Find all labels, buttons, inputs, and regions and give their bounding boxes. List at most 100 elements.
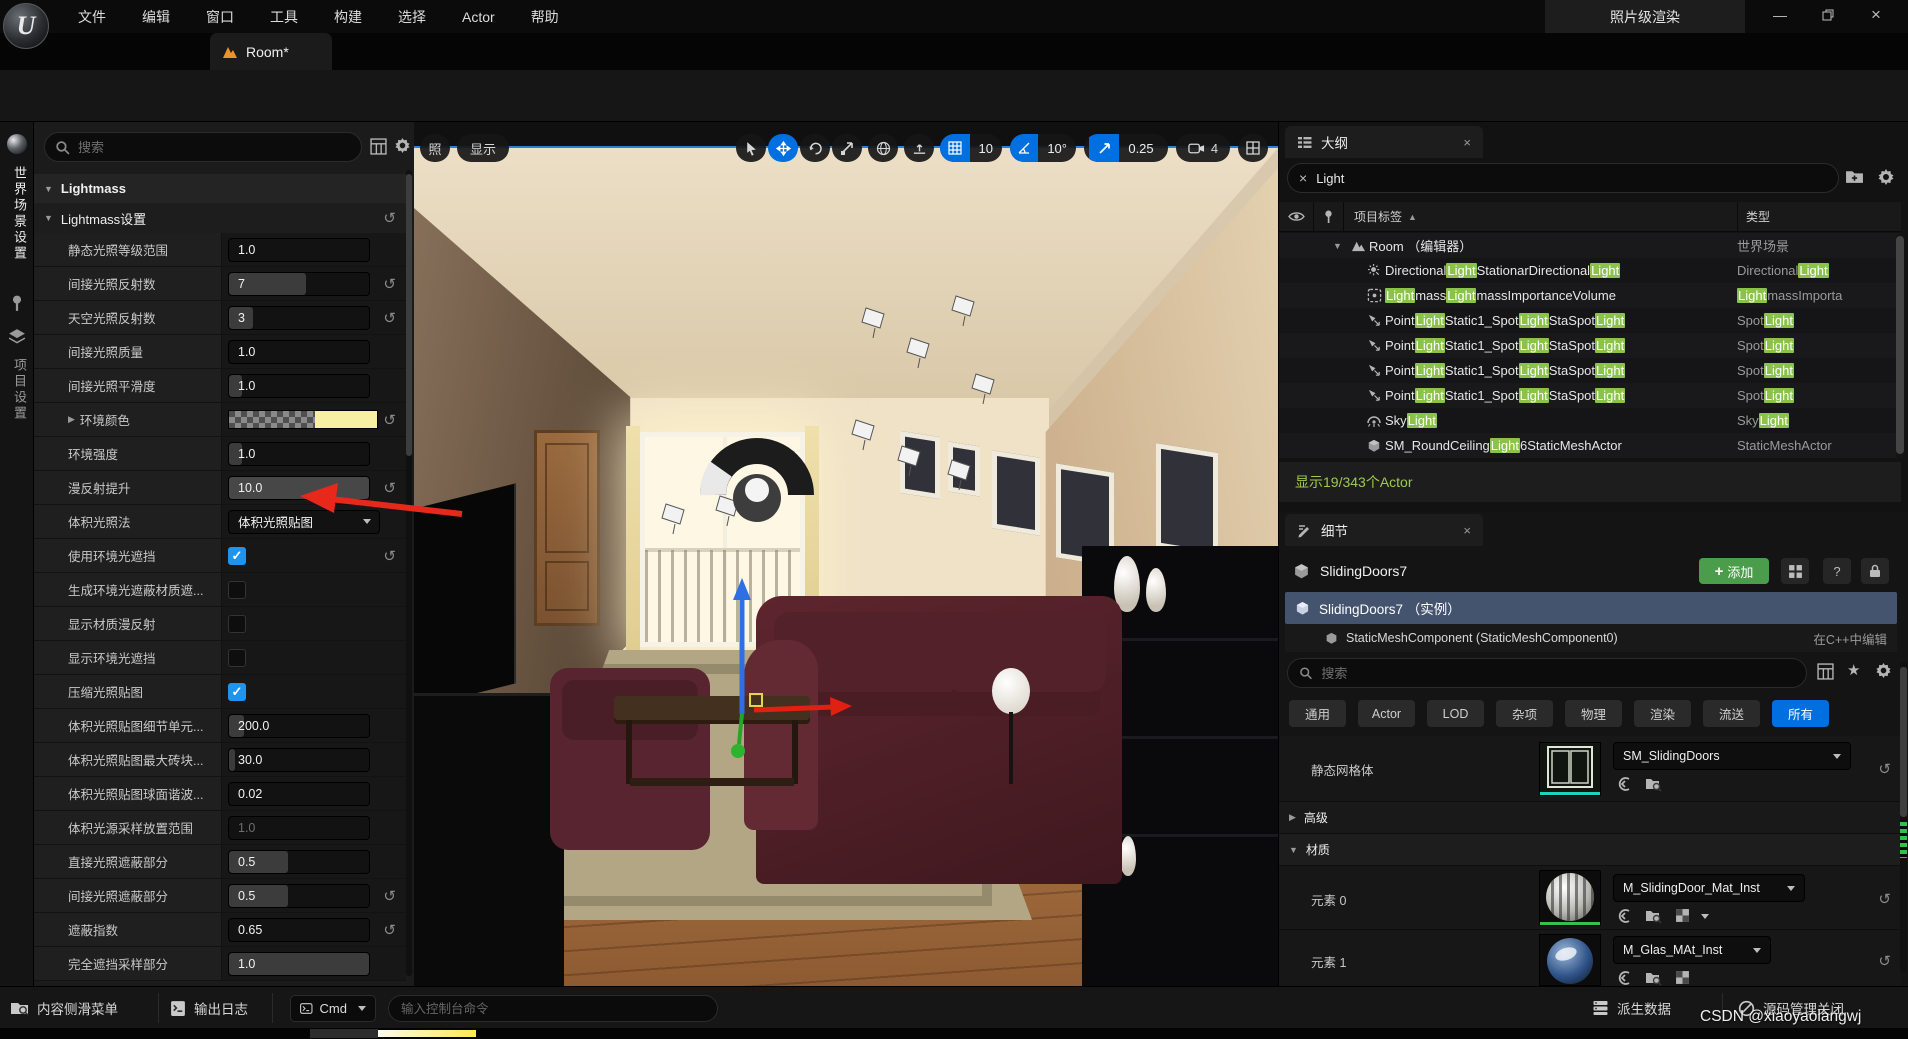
outliner-row[interactable]: DirectionalLightStationarDirectionalLigh… xyxy=(1279,258,1901,283)
use-selected-icon[interactable] xyxy=(1617,908,1633,924)
derived-data-button[interactable]: 派生数据 xyxy=(1592,987,1671,1029)
material-dropdown[interactable]: M_Glas_MAt_Inst xyxy=(1613,936,1771,964)
close-button[interactable]: × xyxy=(1856,0,1896,30)
outliner-row[interactable]: LightmassLightmassImportanceVolumeLightm… xyxy=(1279,283,1901,308)
reset-icon[interactable]: ↺ xyxy=(383,275,396,293)
outliner-row[interactable]: PointLightStatic1_SpotLightStaSpotLightS… xyxy=(1279,333,1901,358)
folder-add-icon[interactable] xyxy=(1845,168,1864,185)
materials-section[interactable]: ▼材质 xyxy=(1279,834,1901,866)
content-drawer-button[interactable]: 内容侧滑菜单 xyxy=(10,987,118,1029)
setting-input[interactable]: 0.65 xyxy=(228,918,370,942)
reset-icon[interactable]: ↺ xyxy=(1878,890,1891,908)
menu-item[interactable]: 编辑 xyxy=(128,3,184,31)
outliner-search[interactable]: × xyxy=(1287,163,1839,193)
lock-button[interactable] xyxy=(1861,558,1889,584)
world-settings-search[interactable] xyxy=(44,132,362,162)
outliner-search-input[interactable] xyxy=(1316,171,1827,186)
setting-input[interactable]: 0.5 xyxy=(228,884,370,908)
reset-icon[interactable]: ↺ xyxy=(1878,952,1891,970)
browse-asset-icon[interactable] xyxy=(1645,776,1662,792)
scale-tool-button[interactable] xyxy=(832,134,862,162)
camera-speed-control[interactable]: 0.25 xyxy=(1084,134,1168,162)
reset-icon[interactable]: ↺ xyxy=(383,309,396,327)
component-row[interactable]: StaticMeshComponent (StaticMeshComponent… xyxy=(1285,624,1897,652)
menu-item[interactable]: 帮助 xyxy=(517,3,573,31)
details-tab-渲染[interactable]: 渲染 xyxy=(1634,700,1691,727)
component-view-button[interactable] xyxy=(1781,558,1809,584)
console-command-input[interactable] xyxy=(388,995,718,1022)
level-tab-room[interactable]: Room* xyxy=(210,33,332,70)
setting-input[interactable]: 0.02 xyxy=(228,782,370,806)
setting-input[interactable]: 1.0 xyxy=(228,816,370,840)
outliner-row[interactable]: SkyLightSkyLight xyxy=(1279,408,1901,433)
tab-project-settings[interactable]: 项目设置 xyxy=(10,358,29,422)
details-tab-杂项[interactable]: 杂项 xyxy=(1496,700,1553,727)
rotate-tool-button[interactable] xyxy=(800,134,830,162)
clear-icon[interactable]: × xyxy=(1299,170,1307,186)
scrollbar-thumb[interactable] xyxy=(406,174,412,456)
setting-input[interactable]: 10.0 xyxy=(228,476,370,500)
reset-icon[interactable]: ↺ xyxy=(383,921,396,939)
chevron-down-icon[interactable] xyxy=(1701,914,1709,919)
details-scrollbar-thumb[interactable] xyxy=(1900,667,1907,817)
setting-checkbox[interactable] xyxy=(228,615,246,633)
column-type[interactable]: 类型 xyxy=(1737,202,1897,231)
world-settings-icon[interactable] xyxy=(7,134,27,154)
cmd-dropdown[interactable]: Cmd xyxy=(290,995,376,1022)
tab-details[interactable]: 细节 × xyxy=(1285,514,1483,546)
level-viewport[interactable]: 照 显示 10 10° xyxy=(414,122,1278,986)
reset-icon[interactable]: ↺ xyxy=(383,479,396,497)
close-icon[interactable]: × xyxy=(1463,135,1471,150)
material-thumbnail[interactable] xyxy=(1539,934,1601,986)
mesh-asset-dropdown[interactable]: SM_SlidingDoors xyxy=(1613,742,1851,770)
minimize-button[interactable]: — xyxy=(1760,0,1800,30)
component-row-selected[interactable]: SlidingDoors7 （实例） xyxy=(1285,592,1897,624)
quad-view-button[interactable] xyxy=(1238,134,1268,162)
details-tab-通用[interactable]: 通用 xyxy=(1289,700,1346,727)
material-checker-icon[interactable] xyxy=(1675,970,1690,985)
expander-icon[interactable]: ▼ xyxy=(1333,241,1347,251)
console-input[interactable] xyxy=(401,1002,705,1016)
pin-column-icon[interactable] xyxy=(1313,202,1343,231)
details-tab-流送[interactable]: 流送 xyxy=(1703,700,1760,727)
menu-item[interactable]: 选择 xyxy=(384,3,440,31)
reset-icon[interactable]: ↺ xyxy=(1878,760,1891,778)
outliner-gear-icon[interactable] xyxy=(1877,168,1895,186)
camera-count-control[interactable]: 4 xyxy=(1176,134,1230,162)
help-button[interactable]: ? xyxy=(1823,558,1851,584)
setting-input[interactable]: 7 xyxy=(228,272,370,296)
pin-icon[interactable] xyxy=(9,294,25,312)
details-search[interactable] xyxy=(1287,658,1807,688)
show-flags-button[interactable]: 显示 xyxy=(457,134,509,162)
surface-snap-button[interactable] xyxy=(904,134,934,162)
menu-item[interactable]: Actor xyxy=(448,5,509,29)
material-checker-icon[interactable] xyxy=(1675,908,1690,923)
setting-input[interactable]: 0.5 xyxy=(228,850,370,874)
tab-world-settings[interactable]: 世界场景设置 xyxy=(10,166,29,262)
details-tab-物理[interactable]: 物理 xyxy=(1565,700,1622,727)
panel-gear-icon[interactable] xyxy=(394,137,411,154)
setting-input[interactable]: 1.0 xyxy=(228,442,370,466)
unreal-logo-icon[interactable]: U xyxy=(3,3,49,49)
favorites-star-icon[interactable]: ★ xyxy=(1847,661,1860,679)
details-tab-Actor[interactable]: Actor xyxy=(1358,700,1415,727)
advanced-section[interactable]: ▶高级 xyxy=(1279,802,1901,834)
add-component-button[interactable]: + 添加 xyxy=(1699,558,1769,584)
mesh-thumbnail[interactable] xyxy=(1539,742,1601,796)
setting-checkbox[interactable]: ✓ xyxy=(228,547,246,565)
setting-input[interactable]: 200.0 xyxy=(228,714,370,738)
move-tool-button[interactable] xyxy=(768,134,798,162)
setting-checkbox[interactable] xyxy=(228,581,246,599)
use-selected-icon[interactable] xyxy=(1617,970,1633,986)
setting-input[interactable]: 1.0 xyxy=(228,374,370,398)
reset-icon[interactable]: ↺ xyxy=(383,547,396,565)
outliner-row[interactable]: ▼Room （编辑器）世界场景 xyxy=(1279,233,1901,258)
setting-input[interactable]: 3 xyxy=(228,306,370,330)
viewport-render[interactable] xyxy=(414,148,1278,986)
browse-asset-icon[interactable] xyxy=(1645,908,1662,924)
use-selected-icon[interactable] xyxy=(1617,776,1633,792)
project-settings-icon[interactable] xyxy=(8,328,26,346)
tab-outliner[interactable]: 大纲 × xyxy=(1285,126,1483,158)
outliner-row[interactable]: PointLightStatic1_SpotLightStaSpotLightS… xyxy=(1279,308,1901,333)
menu-item[interactable]: 窗口 xyxy=(192,3,248,31)
